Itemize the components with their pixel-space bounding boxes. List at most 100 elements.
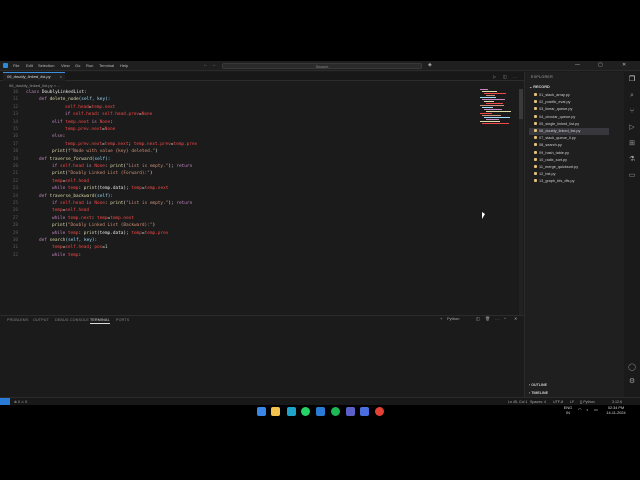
file-item[interactable]: 13_graph_bfs_dfs.py: [534, 178, 622, 185]
file-item[interactable]: 03_linear_queue.py: [534, 106, 622, 113]
panel-tab-output[interactable]: OUTPUT: [33, 317, 49, 323]
code-line[interactable]: 17 temp.prev.next=temp.next; temp.next.pr…: [0, 141, 480, 148]
file-item[interactable]: 05_single_linked_list.py: [534, 121, 622, 128]
code-line[interactable]: 29 while temp: print(temp.data); temp=tem…: [0, 230, 480, 237]
file-item[interactable]: 06_doubly_linked_list.py: [529, 128, 609, 135]
code-line[interactable]: 24 def traverse_backward(self):: [0, 193, 480, 200]
file-explorer-icon[interactable]: [271, 407, 280, 416]
scroll-thumb[interactable]: [519, 89, 523, 119]
panel-more-icon[interactable]: …: [495, 316, 499, 322]
run-file-icon[interactable]: ▷: [493, 73, 496, 80]
code-editor[interactable]: 10 class DoublyLinkedList: 11 def delete_no…: [0, 89, 524, 315]
folder-record[interactable]: ⌄ RECORD: [529, 84, 550, 90]
code-line[interactable]: 21 print("Doubly Linked List (Forward):"): [0, 170, 480, 177]
explorer-icon[interactable]: ❐: [628, 76, 636, 84]
tab-doubly-linked-list[interactable]: 06_doubly_linked_list.py ×: [3, 72, 65, 81]
edge-icon[interactable]: [287, 407, 296, 416]
code-line[interactable]: 32 while temp:: [0, 252, 480, 259]
vscode-taskbar-icon[interactable]: [316, 407, 325, 416]
wifi-icon[interactable]: ◠: [578, 408, 581, 413]
maximize-panel-icon[interactable]: ^: [504, 316, 506, 322]
file-item[interactable]: 07_stack_queue_ll.py: [534, 135, 622, 142]
new-terminal-icon[interactable]: +: [440, 316, 442, 322]
remote-explorer-icon[interactable]: ▭: [628, 172, 636, 180]
breadcrumb[interactable]: 06_doubly_linked_list.py > ...: [9, 82, 60, 89]
code-line[interactable]: 25 if self.head is None: print("List is e…: [0, 200, 480, 207]
remote-indicator-icon[interactable]: [0, 398, 10, 405]
menu-run[interactable]: Run: [86, 62, 93, 69]
input-language[interactable]: ENG IN: [562, 406, 574, 416]
file-item[interactable]: 12_bst.py: [534, 171, 622, 178]
minimap[interactable]: [480, 89, 514, 129]
split-editor-icon[interactable]: ◫: [503, 73, 507, 80]
file-item[interactable]: 11_merge_quicksort.py: [534, 164, 622, 171]
panel-tab-problems[interactable]: PROBLEMS: [7, 317, 29, 323]
volume-icon[interactable]: ◖: [586, 408, 588, 413]
menu-view[interactable]: View: [61, 62, 70, 69]
menu-help[interactable]: Help: [120, 62, 128, 69]
code-line[interactable]: 10 class DoublyLinkedList:: [0, 89, 480, 96]
forward-arrow-icon[interactable]: →: [211, 62, 216, 69]
code-line[interactable]: 15 temp.prev.next=None: [0, 126, 480, 133]
battery-icon[interactable]: ▭: [594, 408, 598, 413]
code-line[interactable]: 14 elif temp.next is None:: [0, 119, 480, 126]
file-item[interactable]: 08_search.py: [534, 142, 622, 149]
menu-go[interactable]: Go: [75, 62, 80, 69]
code-line[interactable]: 20 if self.head is None: print("List is e…: [0, 163, 480, 170]
menu-terminal[interactable]: Terminal: [99, 62, 114, 69]
code-line[interactable]: 23 while temp: print(temp.data); temp=tem…: [0, 185, 480, 192]
code-line[interactable]: 28 print("Doubly Linked List (Backward):"…: [0, 222, 480, 229]
terminal-area[interactable]: [0, 324, 524, 397]
whatsapp-icon[interactable]: [301, 407, 310, 416]
run-debug-icon[interactable]: ▷: [628, 124, 636, 132]
panel-tab-terminal[interactable]: TERMINAL: [90, 317, 110, 324]
kill-terminal-icon[interactable]: 🗑: [485, 316, 490, 322]
maximize-button[interactable]: ▢: [598, 62, 603, 69]
mail-icon[interactable]: [360, 407, 369, 416]
code-line[interactable]: 22 temp=self.head: [0, 178, 480, 185]
file-item[interactable]: 04_circular_queue.py: [534, 114, 622, 121]
code-line[interactable]: 12 self.head=temp.next: [0, 104, 480, 111]
close-panel-icon[interactable]: ✕: [514, 316, 517, 322]
source-control-icon[interactable]: ⑂: [628, 108, 636, 116]
minimize-button[interactable]: —: [575, 62, 580, 69]
file-item[interactable]: 02_postfix_eval.py: [534, 99, 622, 106]
code-line[interactable]: 18 print(f"Node with value {key} deleted.…: [0, 148, 480, 155]
code-line[interactable]: 31 temp=self.head; pos=1: [0, 244, 480, 251]
teams-icon[interactable]: [346, 407, 355, 416]
menu-selection[interactable]: Selection: [38, 62, 54, 69]
settings-icon[interactable]: ⚙: [628, 378, 636, 386]
code-line[interactable]: 30 def search(self, key):: [0, 237, 480, 244]
code-line[interactable]: 13 if self.head: self.head.prev=None: [0, 111, 480, 118]
tab-close-icon[interactable]: ×: [60, 73, 62, 81]
back-arrow-icon[interactable]: ←: [203, 62, 208, 69]
code-line[interactable]: 26 temp=self.head: [0, 207, 480, 214]
close-window-button[interactable]: ✕: [622, 62, 626, 69]
copilot-icon[interactable]: ◈: [428, 62, 432, 69]
outline-section[interactable]: › OUTLINE: [529, 382, 547, 388]
testing-icon[interactable]: ⚗: [628, 156, 636, 164]
code-line[interactable]: 11 def delete_node(self, key):: [0, 96, 480, 103]
panel-tab-ports[interactable]: PORTS: [116, 317, 129, 323]
chrome-icon[interactable]: [375, 407, 384, 416]
menu-edit[interactable]: Edit: [26, 62, 33, 69]
spotify-icon[interactable]: [331, 407, 340, 416]
command-search[interactable]: Search: [222, 63, 422, 69]
extensions-icon[interactable]: ⊞: [628, 140, 636, 148]
code-line[interactable]: 27 while temp.next: temp=temp.next: [0, 215, 480, 222]
menu-file[interactable]: File: [13, 62, 19, 69]
file-item[interactable]: 09_hash_table.py: [534, 150, 622, 157]
editor-scrollbar[interactable]: [519, 89, 523, 315]
account-icon[interactable]: ◯: [628, 364, 636, 372]
file-item[interactable]: 10_radix_sort.py: [534, 157, 622, 164]
terminal-shell-label[interactable]: Python: [447, 316, 459, 322]
panel-tab-debug-console[interactable]: DEBUG CONSOLE: [55, 317, 89, 323]
search-icon[interactable]: ⌕: [628, 92, 636, 100]
timeline-section[interactable]: › TIMELINE: [529, 390, 548, 396]
windows-start-icon[interactable]: [257, 407, 266, 416]
code-line[interactable]: 19 def traverse_forward(self):: [0, 156, 480, 163]
more-actions-icon[interactable]: …: [513, 73, 517, 80]
file-item[interactable]: 01_stack_array.py: [534, 92, 622, 99]
split-terminal-icon[interactable]: ◫: [476, 316, 480, 322]
clock[interactable]: 02:34 PM 14-11-2024: [603, 406, 629, 416]
